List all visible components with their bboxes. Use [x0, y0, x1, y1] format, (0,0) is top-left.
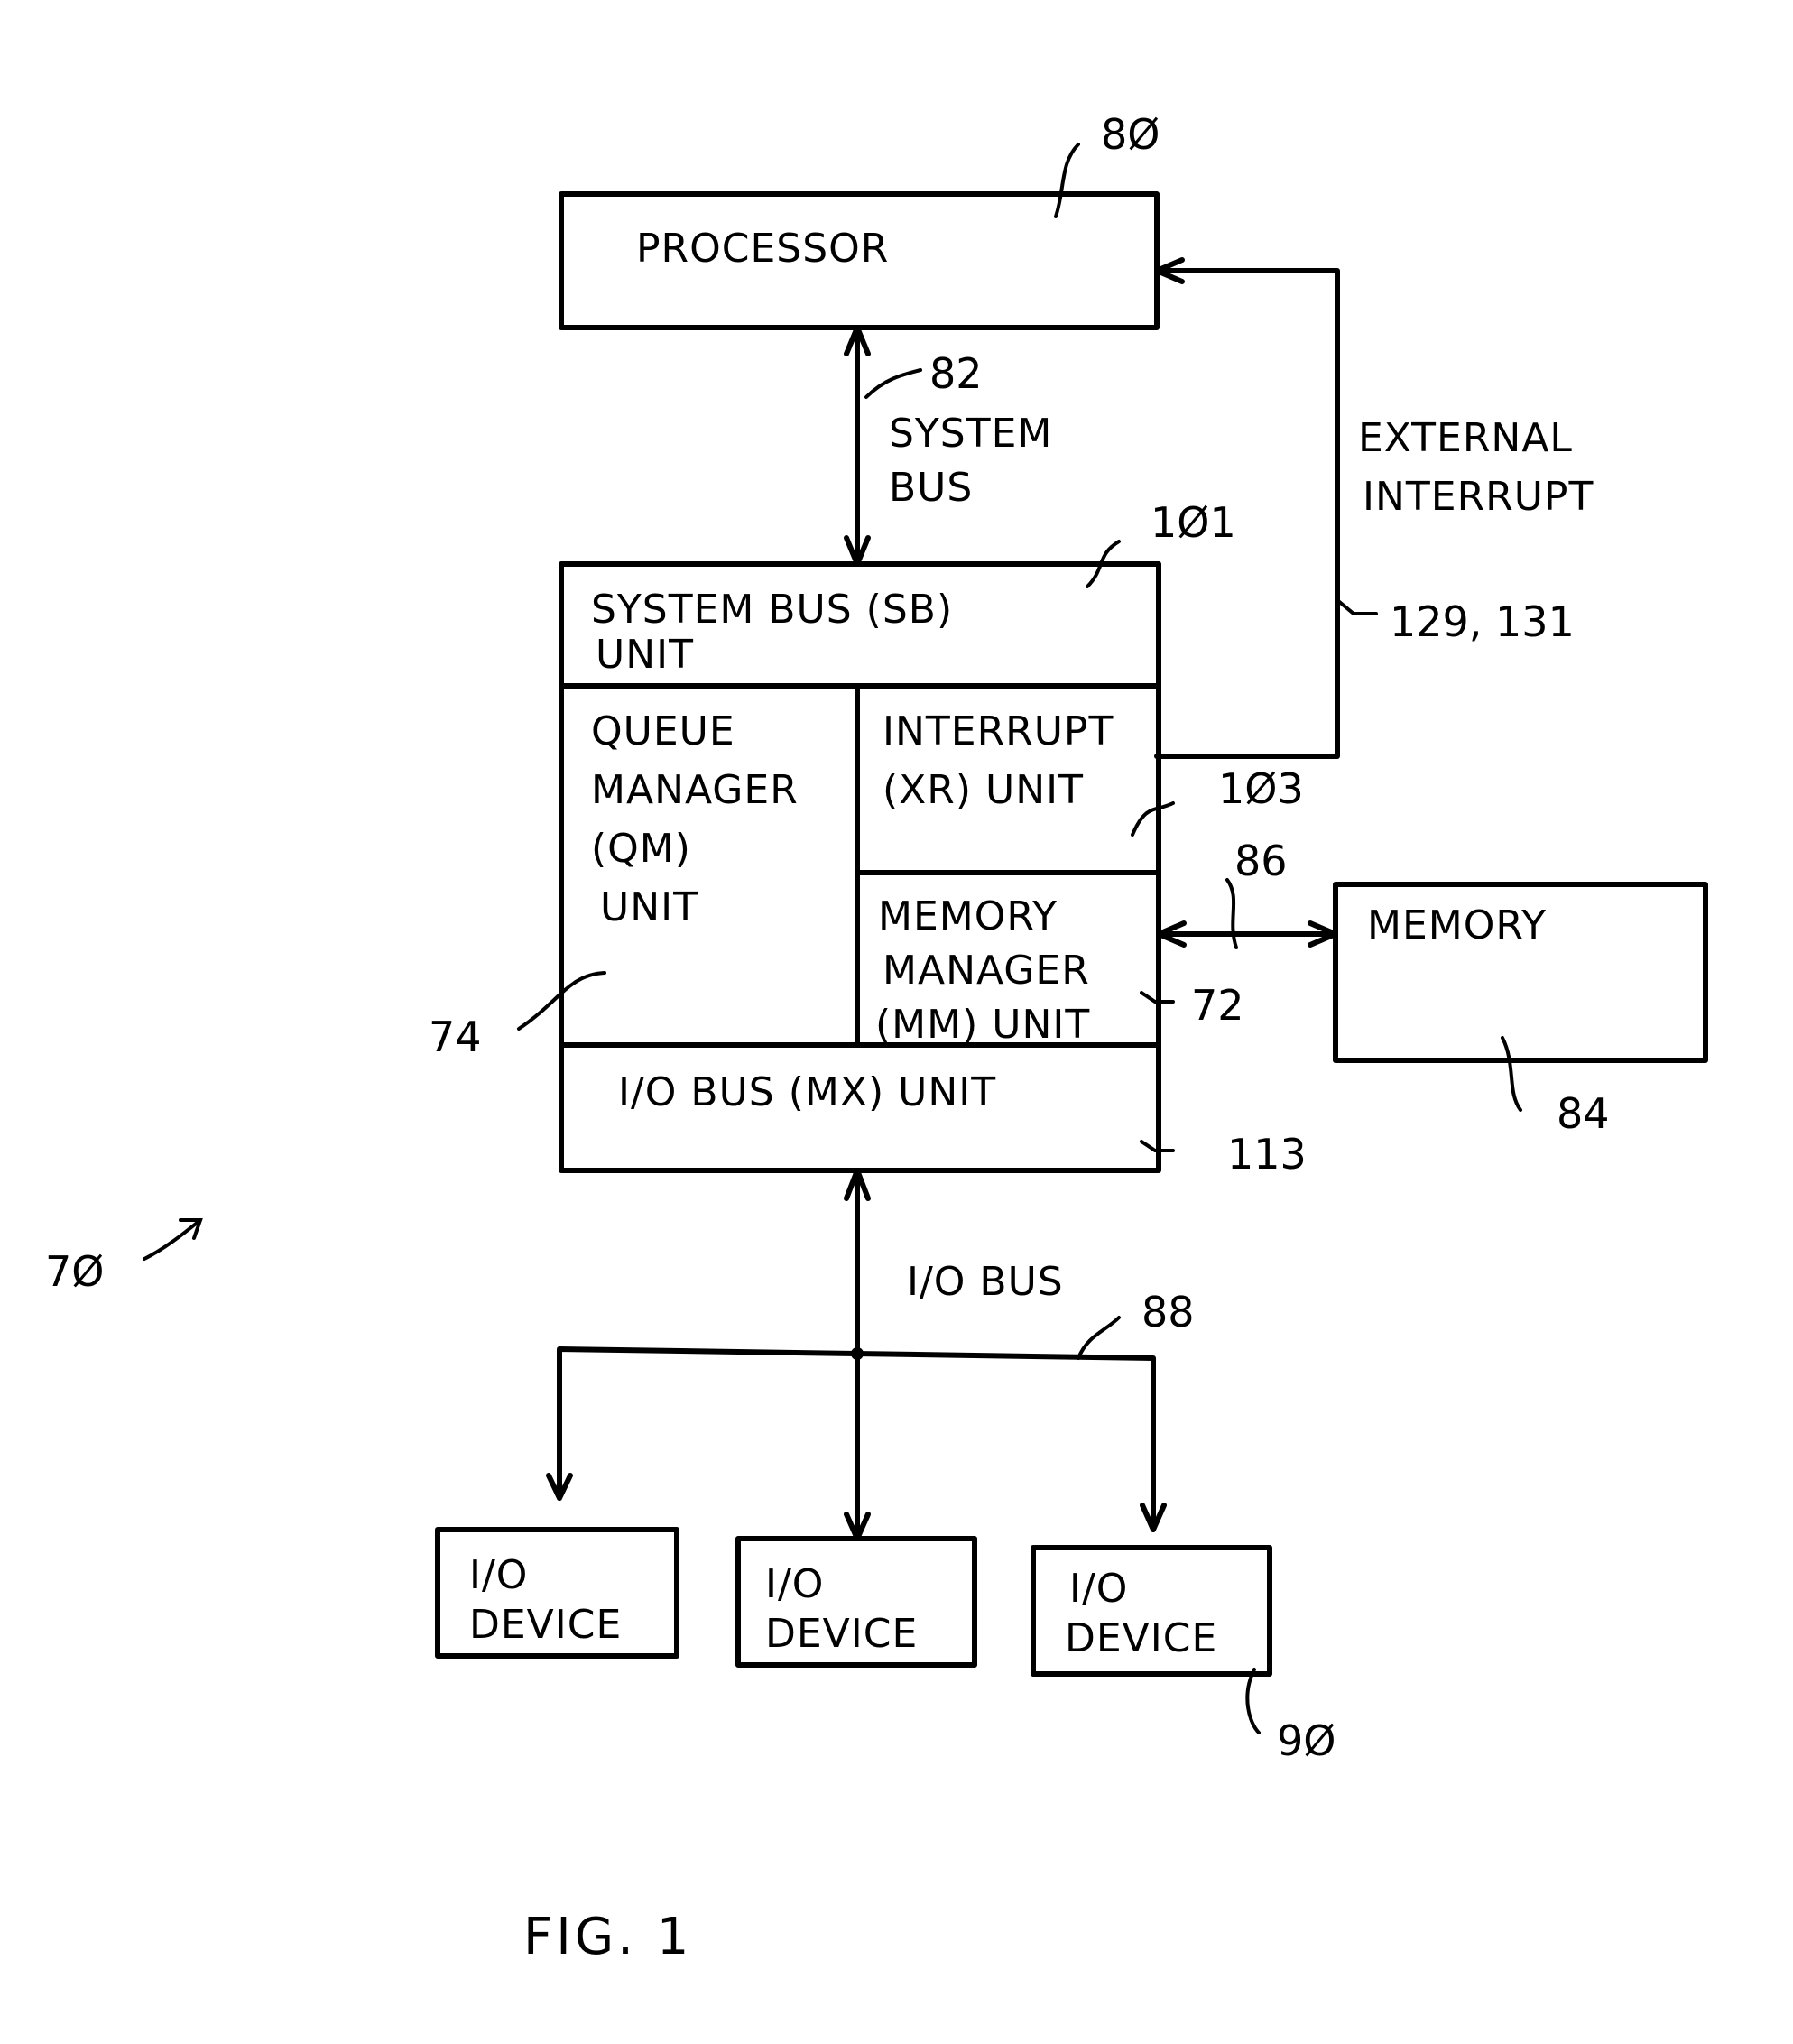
sb-unit-label-1: SYSTEM BUS (SB) [591, 587, 953, 633]
ref-leader-80 [1054, 143, 1080, 218]
qm-unit-label-2: MANAGER [591, 767, 799, 813]
system-bus-label-2: BUS [889, 465, 973, 511]
io-device-2-label-1: I/O [765, 1561, 824, 1607]
ref-leader-103 [1131, 801, 1175, 837]
mx-unit-label: I/O BUS (MX) UNIT [618, 1069, 996, 1115]
ref-113: 113 [1227, 1130, 1307, 1179]
processor-label: PROCESSOR [636, 226, 889, 272]
xr-unit-label-2: (XR) UNIT [883, 767, 1084, 813]
qm-unit-label-1: QUEUE [591, 708, 735, 754]
io-device-2: I/O DEVICE [735, 1536, 977, 1668]
io-device-2-label-2: DEVICE [765, 1611, 918, 1657]
io-device-1-label-2: DEVICE [469, 1602, 622, 1648]
ref-leader-86 [1225, 878, 1238, 949]
memory-bus-line [1156, 920, 1338, 948]
io-device-3: I/O DEVICE [1031, 1545, 1272, 1677]
io-device-3-label-2: DEVICE [1065, 1615, 1217, 1661]
block-diagram: PROCESSOR 8Ø 82 SYSTEM BUS EXTERNAL INTE… [45, 110, 1708, 1966]
ref-101: 1Ø1 [1151, 498, 1236, 547]
figure-caption: FIG. 1 [523, 1908, 692, 1966]
processor-block: PROCESSOR [559, 191, 1160, 330]
ref-129-131: 129, 131 [1390, 597, 1575, 646]
mm-unit-label-2: MANAGER [883, 948, 1090, 994]
system-bus-label-1: SYSTEM [889, 411, 1052, 457]
ref-84: 84 [1557, 1089, 1610, 1138]
external-interrupt-label-1: EXTERNAL [1358, 415, 1573, 461]
ref-leader-90 [1245, 1668, 1261, 1734]
io-device-1: I/O DEVICE [435, 1527, 679, 1659]
mm-unit-label-3: (MM) UNIT [875, 1002, 1090, 1048]
ref-70-arrow-icon [143, 1218, 203, 1261]
system-bus-line [844, 325, 871, 567]
xr-unit-label-1: INTERRUPT [883, 708, 1114, 754]
ref-72: 72 [1191, 981, 1244, 1030]
ref-leader-82 [864, 368, 922, 399]
ref-103: 1Ø3 [1218, 764, 1304, 813]
io-device-1-label-1: I/O [469, 1552, 528, 1598]
memory-block: MEMORY [1333, 882, 1708, 1063]
io-bus-label: I/O BUS [907, 1259, 1064, 1305]
io-device-3-label-1: I/O [1069, 1566, 1128, 1612]
sb-unit-label-2: UNIT [596, 632, 694, 678]
ref-82: 82 [929, 349, 983, 398]
memory-label: MEMORY [1367, 902, 1547, 948]
io-bus-lines [546, 1168, 1167, 1541]
ref-90: 9Ø [1277, 1716, 1336, 1765]
ref-80: 8Ø [1101, 110, 1160, 159]
mm-unit-label-1: MEMORY [878, 893, 1058, 939]
ref-74: 74 [429, 1013, 482, 1061]
external-interrupt-label-2: INTERRUPT [1363, 474, 1594, 520]
ref-88: 88 [1141, 1288, 1195, 1336]
qm-unit-label-3: (QM) [591, 826, 691, 872]
ref-86: 86 [1234, 837, 1288, 885]
ref-70: 7Ø [45, 1247, 104, 1296]
ref-leader-84 [1501, 1036, 1522, 1112]
qm-unit-label-4: UNIT [600, 884, 698, 930]
ref-leader-88 [1077, 1316, 1121, 1360]
ref-leader-129 [1336, 598, 1378, 615]
